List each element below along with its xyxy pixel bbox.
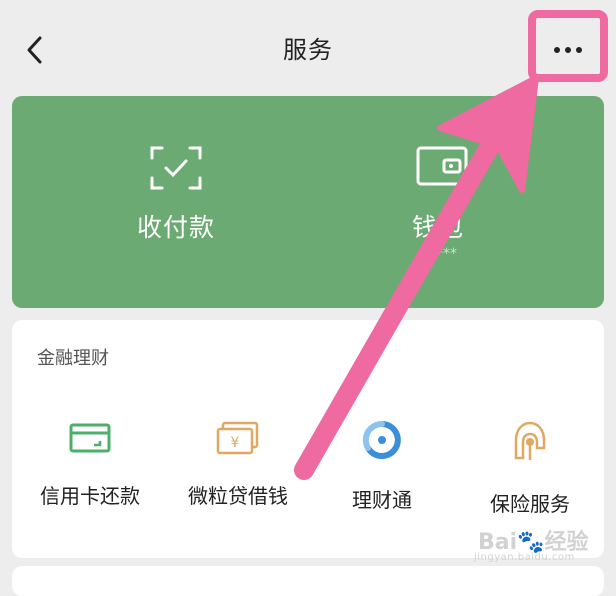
wallet-icon: [416, 146, 468, 186]
weili-loan-label: 微粒贷借钱: [188, 484, 288, 508]
credit-card-repay-label: 信用卡还款: [40, 484, 140, 508]
cash-icon: ¥: [216, 421, 259, 455]
watermark-logo: Bai🐾经验 jingyan.baidu.com: [474, 530, 589, 563]
wallet-label: 钱包: [412, 213, 465, 242]
insurance-icon: [514, 421, 546, 460]
pay-card: 收付款 钱包 ¥***: [12, 96, 604, 308]
wealth-icon: [362, 420, 401, 459]
scan-icon: [150, 146, 202, 190]
weili-loan-item[interactable]: ¥ 微粒贷借钱: [164, 420, 312, 509]
credit-card-icon: [69, 423, 111, 453]
next-section-card: [12, 566, 604, 596]
wallet-button[interactable]: 钱包 ¥***: [382, 144, 502, 262]
licaitong-label: 理财通: [352, 488, 412, 512]
receive-pay-button[interactable]: 收付款: [112, 144, 240, 244]
more-button[interactable]: [545, 36, 591, 62]
receive-pay-label: 收付款: [136, 213, 215, 242]
more-dots-icon: [554, 47, 582, 53]
svg-text:¥: ¥: [231, 435, 240, 451]
header: 服务: [0, 0, 616, 96]
section-title: 金融理财: [37, 348, 109, 369]
wallet-balance: ¥***: [427, 246, 457, 262]
credit-card-repay-item[interactable]: 信用卡还款: [16, 420, 164, 509]
page-title: 服务: [283, 36, 333, 64]
insurance-item[interactable]: 保险服务: [456, 420, 604, 517]
licaitong-item[interactable]: 理财通: [308, 420, 456, 513]
